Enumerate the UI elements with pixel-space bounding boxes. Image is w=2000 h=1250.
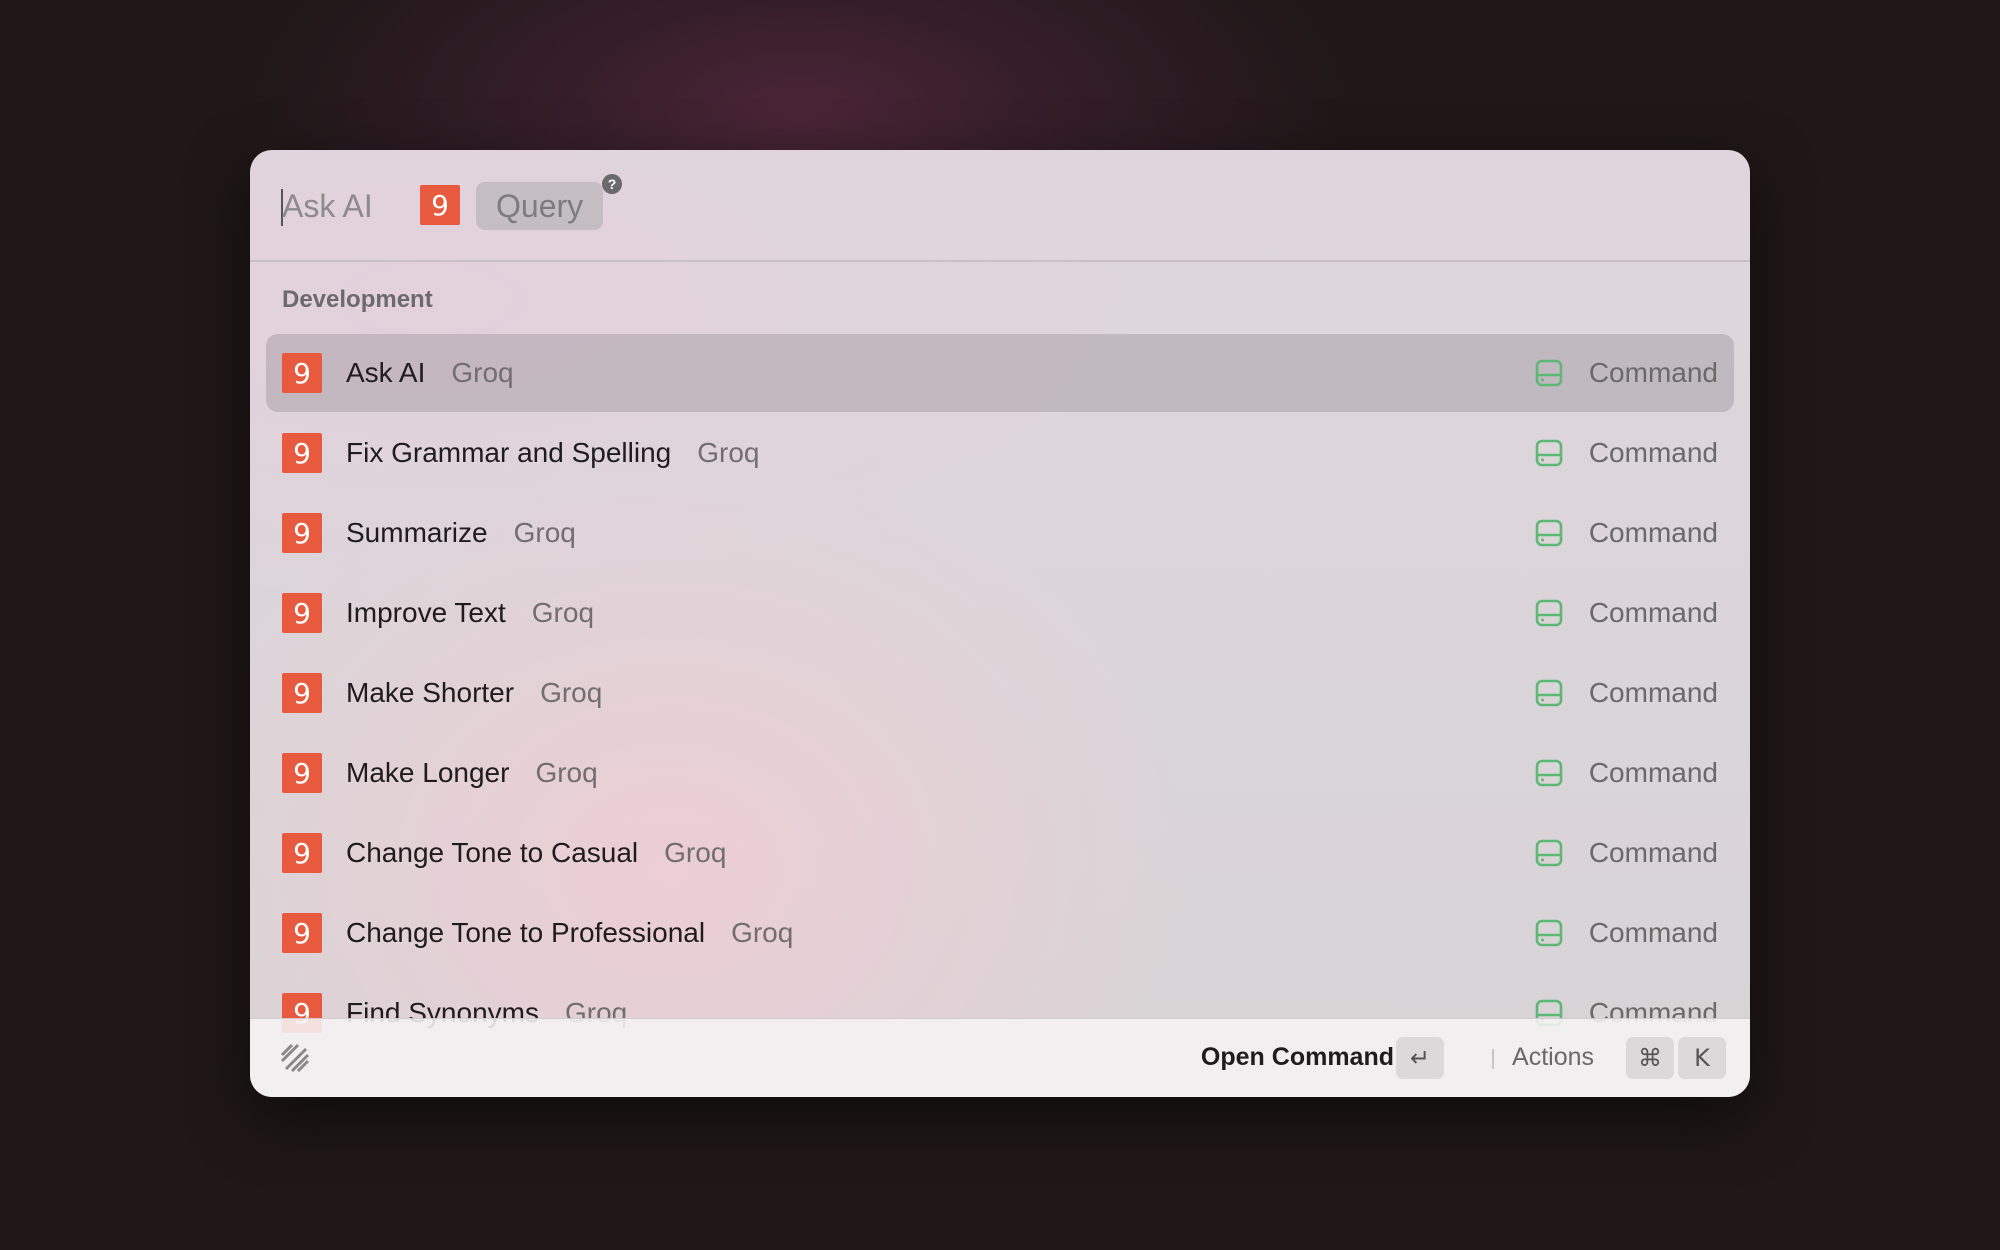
item-title-group: Make Longer Groq bbox=[346, 757, 598, 789]
list-item[interactable]: 9 Summarize Groq Command bbox=[266, 494, 1734, 572]
item-title-group: Make Shorter Groq bbox=[346, 677, 602, 709]
item-type-label: Command bbox=[1588, 517, 1718, 548]
item-title-group: Change Tone to Professional Groq bbox=[346, 917, 793, 949]
groq-icon: 9 bbox=[282, 513, 322, 553]
command-icon bbox=[1535, 359, 1563, 387]
list-item[interactable]: 9 Improve Text Groq Command bbox=[266, 574, 1734, 652]
item-title: Fix Grammar and Spelling bbox=[346, 437, 672, 468]
item-subtitle: Groq bbox=[513, 517, 576, 548]
item-subtitle: Groq bbox=[731, 917, 794, 948]
item-subtitle: Groq bbox=[451, 357, 514, 388]
item-title: Improve Text bbox=[346, 597, 506, 628]
item-subtitle: Groq bbox=[535, 757, 598, 788]
command-icon bbox=[1535, 519, 1563, 547]
item-title-group: Summarize Groq bbox=[346, 517, 576, 549]
actions-label[interactable]: Actions bbox=[1512, 1043, 1594, 1072]
command-icon bbox=[1535, 679, 1563, 707]
item-subtitle: Groq bbox=[697, 437, 760, 468]
footer-bar: Open Command ↵ Actions ⌘ K bbox=[250, 1018, 1750, 1097]
list-item[interactable]: 9 Ask AI Groq Command bbox=[266, 334, 1734, 412]
command-key-hint: ⌘ bbox=[1626, 1037, 1674, 1079]
item-title: Change Tone to Casual bbox=[346, 837, 639, 868]
item-type-label: Command bbox=[1588, 837, 1718, 868]
groq-icon: 9 bbox=[420, 185, 460, 225]
command-icon bbox=[1535, 759, 1563, 787]
item-type-label: Command bbox=[1588, 677, 1718, 708]
groq-icon: 9 bbox=[282, 833, 322, 873]
footer-divider bbox=[1492, 1049, 1494, 1069]
groq-icon: 9 bbox=[282, 433, 322, 473]
item-subtitle: Groq bbox=[664, 837, 727, 868]
item-type-label: Command bbox=[1588, 757, 1718, 788]
list-item[interactable]: 9 Make Shorter Groq Command bbox=[266, 654, 1734, 732]
groq-icon: 9 bbox=[282, 353, 322, 393]
item-title: Make Shorter bbox=[346, 677, 515, 708]
section-header: Development bbox=[282, 286, 433, 313]
groq-icon: 9 bbox=[282, 753, 322, 793]
command-icon bbox=[1535, 839, 1563, 867]
item-title-group: Fix Grammar and Spelling Groq bbox=[346, 437, 759, 469]
search-input[interactable] bbox=[282, 180, 402, 232]
open-command-label[interactable]: Open Command bbox=[1201, 1043, 1394, 1072]
item-title: Make Longer bbox=[346, 757, 510, 788]
help-icon[interactable]: ? bbox=[602, 174, 622, 194]
item-title: Summarize bbox=[346, 517, 488, 548]
item-subtitle: Groq bbox=[540, 677, 603, 708]
list-item[interactable]: 9 Fix Grammar and Spelling Groq Command bbox=[266, 414, 1734, 492]
item-type-label: Command bbox=[1588, 917, 1718, 948]
item-title-group: Ask AI Groq bbox=[346, 357, 514, 389]
raycast-logo-icon[interactable] bbox=[276, 1039, 314, 1077]
list-item[interactable]: 9 Change Tone to Casual Groq Command bbox=[266, 814, 1734, 892]
command-icon bbox=[1535, 599, 1563, 627]
item-title: Ask AI bbox=[346, 357, 426, 388]
item-title: Change Tone to Professional bbox=[346, 917, 706, 948]
item-subtitle: Groq bbox=[531, 597, 595, 628]
item-type-label: Command bbox=[1588, 437, 1718, 468]
item-type-label: Command bbox=[1588, 357, 1718, 388]
groq-icon: 9 bbox=[282, 673, 322, 713]
list-item[interactable]: 9 Change Tone to Professional Groq Comma… bbox=[266, 894, 1734, 972]
item-title-group: Change Tone to Casual Groq bbox=[346, 837, 726, 869]
groq-icon: 9 bbox=[282, 913, 322, 953]
command-icon bbox=[1535, 439, 1563, 467]
search-bar: 9 Query ? bbox=[250, 150, 1750, 262]
command-icon bbox=[1535, 919, 1563, 947]
groq-icon: 9 bbox=[282, 593, 322, 633]
list-item[interactable]: 9 Make Longer Groq Command bbox=[266, 734, 1734, 812]
results-list: 9 Ask AI Groq Command 9 Fix Grammar and … bbox=[266, 334, 1734, 1097]
item-type-label: Command bbox=[1588, 597, 1718, 628]
k-key-hint: K bbox=[1678, 1037, 1726, 1079]
enter-key-hint: ↵ bbox=[1396, 1037, 1444, 1079]
item-title-group: Improve Text Groq bbox=[346, 597, 594, 629]
query-argument-field[interactable]: Query bbox=[476, 182, 604, 230]
command-palette-window: 9 Query ? Development 9 Ask AI Groq Comm… bbox=[250, 150, 1750, 1097]
